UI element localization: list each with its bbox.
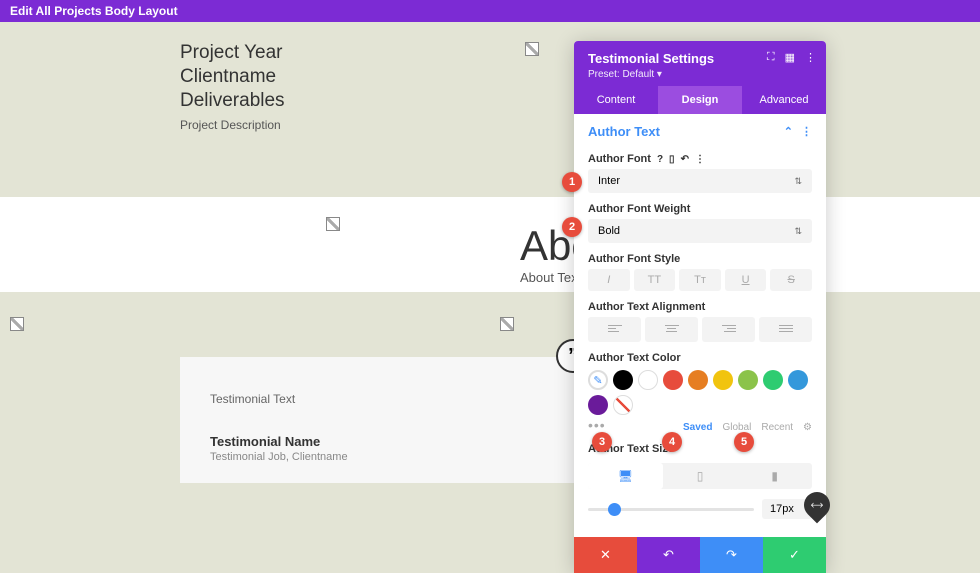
badge-2: 2	[562, 217, 582, 237]
badge-3: 3	[592, 432, 612, 452]
project-meta: Project Year Clientname Deliverables Pro…	[180, 42, 285, 132]
align-justify-button[interactable]	[759, 317, 812, 342]
color-green[interactable]	[763, 370, 783, 390]
color-blue[interactable]	[788, 370, 808, 390]
badge-5: 5	[734, 432, 754, 452]
phone-tab[interactable]: ▮	[737, 463, 812, 489]
responsive-tabs: 🖥 ▯ ▮	[588, 463, 812, 489]
color-white[interactable]	[638, 370, 658, 390]
badge-1: 1	[562, 172, 582, 192]
meta-description: Project Description	[180, 118, 285, 132]
settings-panel: Testimonial Settings Preset: Default ▾ ⛶…	[574, 41, 826, 573]
desktop-tab[interactable]: 🖥	[588, 463, 663, 489]
slider-thumb[interactable]	[608, 503, 621, 516]
main-area: Project Year Clientname Deliverables Pro…	[0, 22, 980, 518]
align-left-button[interactable]	[588, 317, 641, 342]
tab-design[interactable]: Design	[658, 86, 742, 114]
color-swatches: ✎	[588, 370, 812, 415]
tab-content[interactable]: Content	[574, 86, 658, 114]
reset-icon[interactable]: ↶	[681, 154, 689, 165]
broken-image-icon	[525, 42, 539, 56]
preset-dropdown[interactable]: Preset: Default ▾	[588, 69, 812, 80]
text-size-slider[interactable]	[588, 508, 754, 511]
author-font-label-row: Author Font ? ▯ ↶ ⋮	[588, 153, 812, 165]
grid-icon[interactable]: ▦	[785, 51, 795, 64]
color-none[interactable]	[613, 395, 633, 415]
panel-tabs: Content Design Advanced	[574, 86, 826, 114]
align-right-button[interactable]	[702, 317, 755, 342]
white-band	[0, 197, 980, 292]
section-more-icon[interactable]: ⋮	[801, 125, 812, 138]
alignment-group	[588, 317, 812, 342]
more-icon[interactable]: ⋮	[805, 51, 816, 64]
page-header: Edit All Projects Body Layout	[0, 0, 980, 22]
author-font-label: Author Font	[588, 153, 651, 165]
collapse-icon[interactable]: ⌃	[784, 125, 793, 138]
gear-icon[interactable]: ⚙	[803, 422, 812, 433]
tab-advanced[interactable]: Advanced	[742, 86, 826, 114]
underline-button[interactable]: U	[725, 269, 767, 291]
save-button[interactable]: ✓	[763, 537, 826, 573]
color-picker-button[interactable]: ✎	[588, 370, 608, 390]
font-weight-value: Bold	[598, 225, 620, 237]
color-tab-saved[interactable]: Saved	[683, 422, 712, 433]
color-tab-recent[interactable]: Recent	[761, 422, 793, 433]
tablet-icon[interactable]: ▯	[669, 154, 675, 165]
author-font-select[interactable]: Inter ⇅	[588, 169, 812, 193]
section-body: Author Font ? ▯ ↶ ⋮ Inter ⇅ Author Font …	[574, 153, 826, 529]
select-arrows-icon: ⇅	[794, 176, 802, 187]
color-tab-global[interactable]: Global	[722, 422, 751, 433]
page-title: Edit All Projects Body Layout	[10, 4, 178, 18]
font-weight-label: Author Font Weight	[588, 203, 812, 215]
meta-deliverables: Deliverables	[180, 90, 285, 112]
options-icon[interactable]: ⋮	[695, 154, 705, 165]
uppercase-button[interactable]: TT	[634, 269, 676, 291]
redo-button[interactable]: ↷	[700, 537, 763, 573]
color-orange[interactable]	[688, 370, 708, 390]
panel-header: Testimonial Settings Preset: Default ▾ ⛶…	[574, 41, 826, 86]
tablet-tab[interactable]: ▯	[663, 463, 738, 489]
broken-image-icon	[500, 317, 514, 331]
section-author-text[interactable]: Author Text ⌃ ⋮	[574, 114, 826, 145]
align-center-button[interactable]	[645, 317, 698, 342]
about-text: About Text	[520, 270, 581, 285]
help-icon[interactable]: ?	[657, 154, 663, 165]
panel-footer: ✕ ↶ ↷ ✓	[574, 537, 826, 573]
color-yellow[interactable]	[713, 370, 733, 390]
section-title: Author Text	[588, 124, 660, 139]
color-red[interactable]	[663, 370, 683, 390]
font-style-group: I TT Tᴛ U S	[588, 269, 812, 291]
more-colors-button[interactable]: •••	[588, 417, 606, 433]
color-lime[interactable]	[738, 370, 758, 390]
italic-button[interactable]: I	[588, 269, 630, 291]
color-black[interactable]	[613, 370, 633, 390]
text-color-label: Author Text Color	[588, 352, 812, 364]
cancel-button[interactable]: ✕	[574, 537, 637, 573]
badge-4: 4	[662, 432, 682, 452]
select-arrows-icon: ⇅	[794, 226, 802, 237]
color-tabs: Saved Global Recent ⚙	[683, 422, 812, 433]
strikethrough-button[interactable]: S	[770, 269, 812, 291]
meta-client: Clientname	[180, 66, 285, 88]
font-style-label: Author Font Style	[588, 253, 812, 265]
font-weight-select[interactable]: Bold ⇅	[588, 219, 812, 243]
broken-image-icon	[326, 217, 340, 231]
color-purple[interactable]	[588, 395, 608, 415]
smallcaps-button[interactable]: Tᴛ	[679, 269, 721, 291]
meta-year: Project Year	[180, 42, 285, 64]
text-size-slider-row: 17px	[588, 499, 812, 519]
text-size-label: Author Text Size	[588, 443, 812, 455]
expand-icon[interactable]: ⛶	[767, 51, 775, 64]
broken-image-icon	[10, 317, 24, 331]
alignment-label: Author Text Alignment	[588, 301, 812, 313]
undo-button[interactable]: ↶	[637, 537, 700, 573]
author-font-value: Inter	[598, 175, 620, 187]
